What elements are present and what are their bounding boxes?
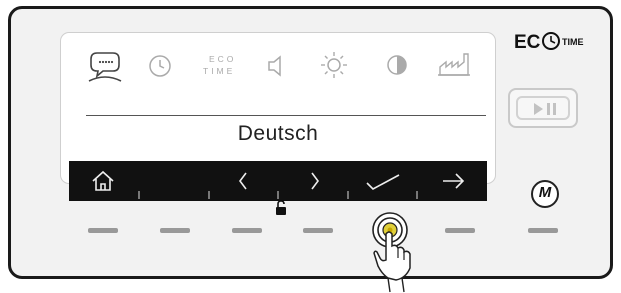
soft-key-4[interactable] <box>303 228 333 233</box>
chevron-left-icon[interactable] <box>233 161 253 201</box>
unlocked-padlock-icon <box>276 200 286 215</box>
factory-settings-icon[interactable] <box>437 51 471 79</box>
logo-text-eco: EC <box>514 32 541 52</box>
speaker-volume-icon[interactable] <box>265 53 289 79</box>
navigation-bar-graphics <box>138 191 418 199</box>
m-memory-button[interactable]: M <box>531 180 559 208</box>
brightness-sun-icon[interactable] <box>319 50 349 80</box>
soft-key-7[interactable] <box>528 228 558 233</box>
soft-key-3[interactable] <box>232 228 262 233</box>
m-button-label: M <box>538 184 552 201</box>
settings-icon-row: ECO TIME <box>61 33 495 113</box>
language-speech-bubble-icon[interactable] <box>85 49 125 89</box>
language-value: Deutsch <box>237 122 319 145</box>
icon-row-divider <box>86 115 486 116</box>
navigation-bar <box>69 161 487 201</box>
blank-slot[interactable] <box>149 161 199 201</box>
logo-text-time: TIME <box>562 37 584 47</box>
display-screen: ECO TIME Deutsch <box>61 33 495 201</box>
play-pause-button[interactable] <box>508 88 578 128</box>
home-icon[interactable] <box>89 161 117 201</box>
clock-icon[interactable] <box>147 53 173 79</box>
arrow-right-icon[interactable] <box>439 161 469 201</box>
soft-key-1[interactable] <box>88 228 118 233</box>
contrast-icon[interactable] <box>385 53 409 77</box>
soft-key-2[interactable] <box>160 228 190 233</box>
play-pause-icon <box>534 103 556 115</box>
eco-time-icon[interactable]: ECO TIME <box>203 54 243 80</box>
eco-time-logo: EC TIME <box>514 32 584 52</box>
soft-key-6[interactable] <box>445 228 475 233</box>
checkmark-icon[interactable] <box>363 161 403 201</box>
chevron-right-icon[interactable] <box>305 161 325 201</box>
finger-press-icon[interactable] <box>352 208 432 293</box>
